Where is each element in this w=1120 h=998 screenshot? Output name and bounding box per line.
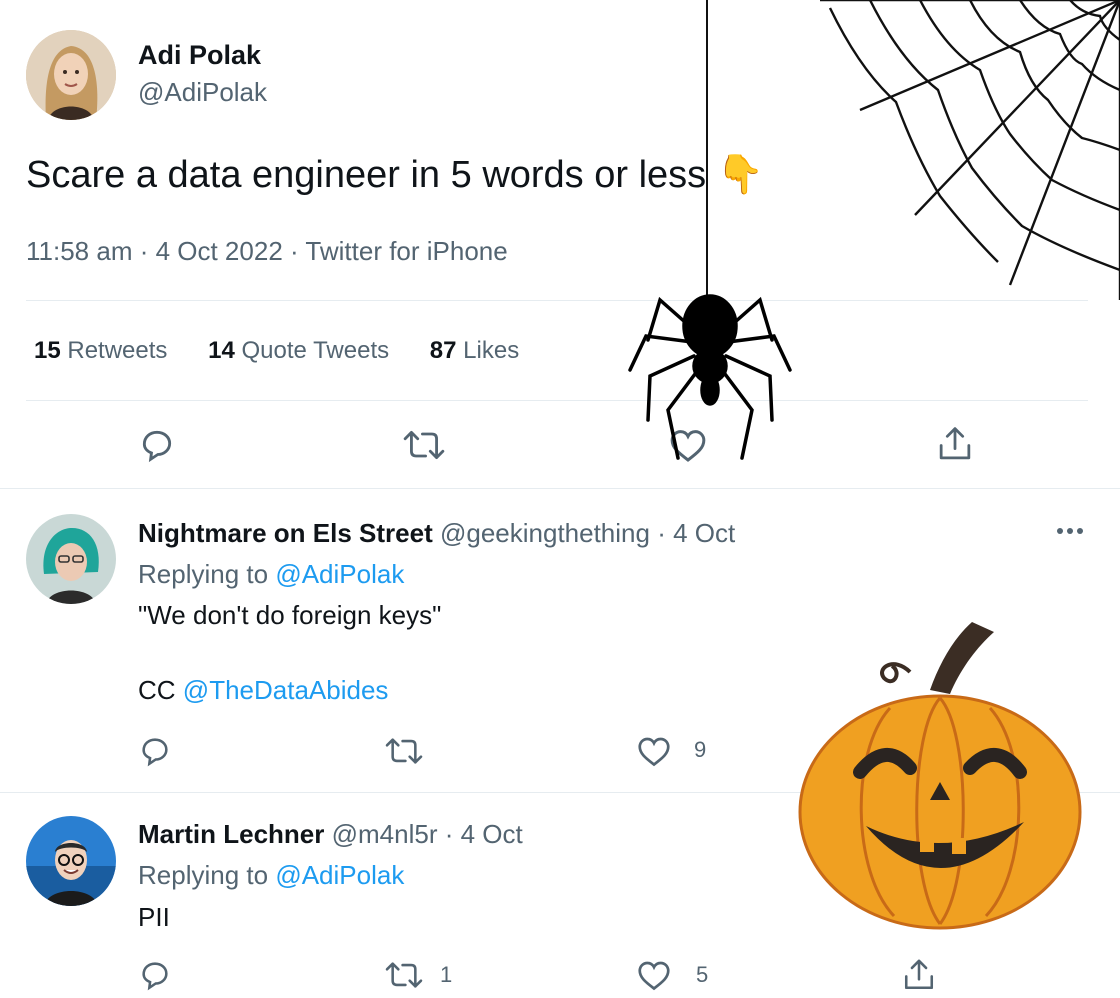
replying-to-mention[interactable]: @AdiPolak xyxy=(275,559,404,589)
replying-to: Replying to @AdiPolak xyxy=(138,559,404,590)
retweet-icon[interactable] xyxy=(402,426,446,464)
retweets-stat[interactable]: 15 Retweets xyxy=(34,337,174,364)
reply-header: Martin Lechner @m4nl5r · 4 Oct xyxy=(138,819,523,850)
reply-author-name[interactable]: Nightmare on Els Street xyxy=(138,518,433,548)
avatar-nightmare-on-els-street[interactable] xyxy=(26,514,116,604)
replying-to-prefix: Replying to xyxy=(138,860,269,890)
quote-tweets-label: Quote Tweets xyxy=(241,337,390,364)
author-handle[interactable]: @AdiPolak xyxy=(138,77,267,108)
share-icon[interactable] xyxy=(902,956,936,994)
cc-mention[interactable]: @TheDataAbides xyxy=(183,675,389,705)
reply-author-handle[interactable]: @m4nl5r xyxy=(332,819,438,849)
retweet-icon[interactable] xyxy=(384,734,424,768)
divider xyxy=(26,400,1088,401)
reply-icon[interactable] xyxy=(138,426,176,464)
likes-count: 87 xyxy=(429,337,457,364)
reply-text: "We don't do foreign keys" xyxy=(138,600,442,630)
replying-to: Replying to @AdiPolak xyxy=(138,860,404,891)
pumpkin xyxy=(790,612,1090,937)
quote-tweets-count: 14 xyxy=(208,337,235,364)
reply-icon[interactable] xyxy=(138,734,172,768)
more-icon[interactable] xyxy=(1056,521,1084,541)
pointing-down-emoji: 👇 xyxy=(716,154,765,196)
reply-author-name[interactable]: Martin Lechner xyxy=(138,819,324,849)
share-icon[interactable] xyxy=(936,424,974,464)
retweets-label: Retweets xyxy=(67,337,168,364)
reply-text: PII xyxy=(138,902,170,932)
tweet-meta[interactable]: 11:58 am · 4 Oct 2022 · Twitter for iPho… xyxy=(26,236,508,267)
retweet-count: 1 xyxy=(440,962,453,987)
spider xyxy=(620,280,800,475)
tweet-stats: 15 Retweets 14 Quote Tweets 87 Likes xyxy=(34,337,519,365)
avatar-adi-polak[interactable] xyxy=(26,30,116,120)
retweets-count: 15 xyxy=(34,337,61,364)
quote-tweets-stat[interactable]: 14 Quote Tweets xyxy=(208,337,396,364)
tweet-text: Scare a data engineer in 5 words or less… xyxy=(26,153,764,197)
like-icon[interactable] xyxy=(636,958,672,992)
replying-to-mention[interactable]: @AdiPolak xyxy=(275,860,404,890)
likes-label: Likes xyxy=(463,337,520,364)
tweet-text-body: Scare a data engineer in 5 words or less xyxy=(26,154,707,196)
reply-date[interactable]: · 4 Oct xyxy=(445,819,523,849)
like-count: 9 xyxy=(694,737,707,762)
reply-date[interactable]: · 4 Oct xyxy=(657,518,735,548)
likes-stat[interactable]: 87 Likes xyxy=(430,337,519,364)
author-name[interactable]: Adi Polak xyxy=(138,40,261,71)
spider-web xyxy=(820,0,1120,305)
reply-icon[interactable] xyxy=(138,958,172,992)
divider xyxy=(0,488,1120,489)
retweet-icon[interactable] xyxy=(384,958,424,992)
replying-to-prefix: Replying to xyxy=(138,559,269,589)
reply-author-handle[interactable]: @geekingthething xyxy=(440,518,650,548)
like-count: 5 xyxy=(696,962,709,987)
avatar-martin-lechner[interactable] xyxy=(26,816,116,906)
reply-text-cc: CC @TheDataAbides xyxy=(138,675,388,706)
reply-header: Nightmare on Els Street @geekingthething… xyxy=(138,518,735,549)
spider-thread xyxy=(706,0,708,300)
like-icon[interactable] xyxy=(636,734,672,768)
cc-label: CC xyxy=(138,675,176,705)
